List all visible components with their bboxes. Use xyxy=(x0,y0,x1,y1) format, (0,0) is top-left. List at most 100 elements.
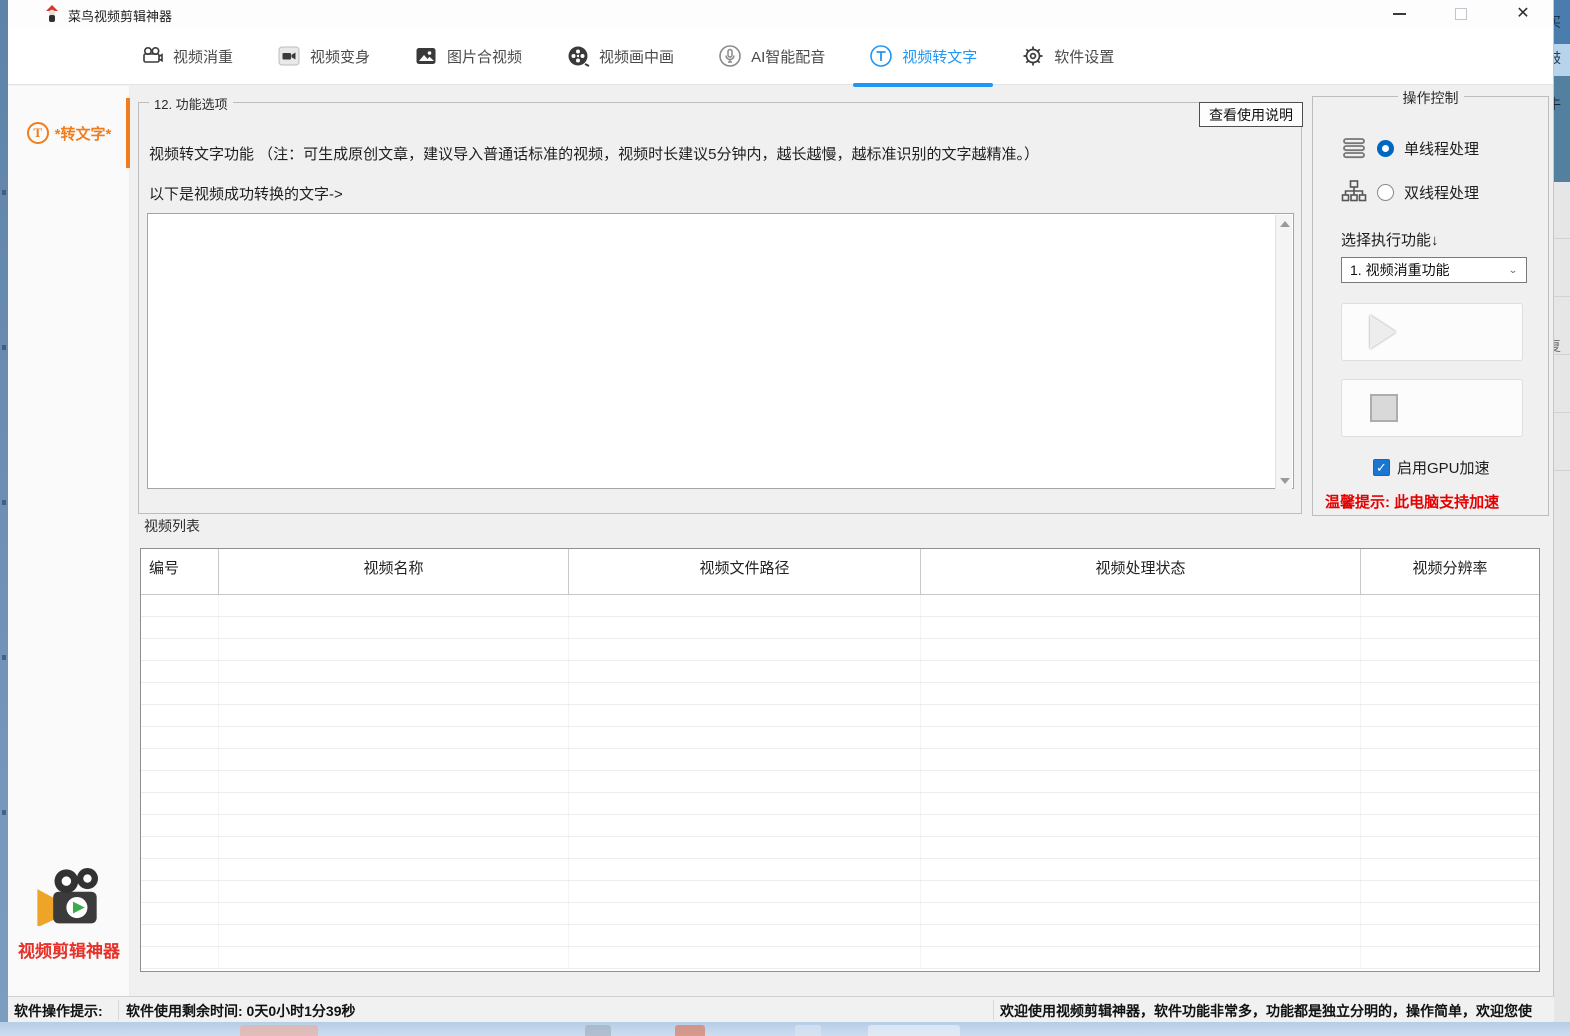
tab-image-to-video[interactable]: 图片合视频 xyxy=(392,28,544,85)
operation-control-group: 操作控制 单线程处理 双线程处理 选择执行功能↓ 1. 视频消重功能 xyxy=(1312,96,1549,516)
table-cell xyxy=(141,683,219,704)
table-cell xyxy=(219,837,569,858)
table-row[interactable] xyxy=(141,793,1539,815)
table-cell xyxy=(569,705,921,726)
title-bar[interactable]: 菜鸟视频剪辑神器 ✕ xyxy=(8,0,1553,28)
feature-description: 视频转文字功能 （注：可生成原创文章，建议导入普通话标准的视频，视频时长建议5分… xyxy=(149,143,1039,164)
table-cell xyxy=(219,859,569,880)
tab-label: 软件设置 xyxy=(1054,46,1114,67)
tab-video-to-text[interactable]: 视频转文字 xyxy=(847,28,999,85)
sidebar-item-to-text[interactable]: T *转文字* xyxy=(8,96,130,170)
table-row[interactable] xyxy=(141,683,1539,705)
table-cell xyxy=(219,661,569,682)
scroll-down-icon[interactable] xyxy=(1276,472,1293,489)
table-cell xyxy=(141,705,219,726)
tab-video-dedup[interactable]: 视频消重 xyxy=(118,28,255,85)
table-cell xyxy=(921,705,1361,726)
gpu-checkbox[interactable]: ✓ xyxy=(1373,459,1390,476)
dual-thread-radio[interactable] xyxy=(1377,184,1394,201)
table-cell xyxy=(569,683,921,704)
table-row[interactable] xyxy=(141,881,1539,903)
cine-camera-icon xyxy=(140,44,164,68)
table-cell xyxy=(1361,837,1539,858)
close-button[interactable]: ✕ xyxy=(1501,0,1545,28)
table-cell xyxy=(141,947,219,968)
table-row[interactable] xyxy=(141,661,1539,683)
table-cell xyxy=(921,815,1361,836)
table-cell xyxy=(921,771,1361,792)
desktop-icon-fragment xyxy=(2,655,6,660)
nav-bar: 视频消重 视频变身 图片合视频 xyxy=(8,28,1553,85)
column-header-status[interactable]: 视频处理状态 xyxy=(921,549,1361,594)
table-row[interactable] xyxy=(141,771,1539,793)
stop-button[interactable] xyxy=(1341,379,1523,437)
table-row[interactable] xyxy=(141,815,1539,837)
table-row[interactable] xyxy=(141,925,1539,947)
video-list-title: 视频列表 xyxy=(140,516,204,536)
table-row[interactable] xyxy=(141,903,1539,925)
single-thread-radio[interactable] xyxy=(1377,140,1394,157)
function-select[interactable]: 1. 视频消重功能 ⌄ xyxy=(1341,257,1527,283)
gpu-acceleration-option[interactable]: ✓ 启用GPU加速 xyxy=(1373,457,1490,478)
table-row[interactable] xyxy=(141,859,1539,881)
table-cell xyxy=(921,881,1361,902)
table-cell xyxy=(921,727,1361,748)
table-cell xyxy=(219,903,569,924)
active-indicator-bar xyxy=(126,98,130,168)
maximize-button[interactable] xyxy=(1439,0,1483,28)
column-header-resolution[interactable]: 视频分辨率 xyxy=(1361,549,1539,594)
table-cell xyxy=(141,925,219,946)
sidebar: T *转文字* 视频剪辑神器 xyxy=(8,86,130,996)
table-cell xyxy=(219,925,569,946)
table-row[interactable] xyxy=(141,749,1539,771)
dual-thread-option[interactable]: 双线程处理 xyxy=(1341,179,1479,205)
table-row[interactable] xyxy=(141,617,1539,639)
table-cell xyxy=(219,771,569,792)
table-row[interactable] xyxy=(141,727,1539,749)
column-header-index[interactable]: 编号 xyxy=(141,549,219,594)
table-cell xyxy=(569,661,921,682)
table-cell xyxy=(219,727,569,748)
sidebar-item-label: *转文字* xyxy=(55,123,112,144)
table-row[interactable] xyxy=(141,595,1539,617)
tab-label: 视频转文字 xyxy=(902,46,977,67)
table-row[interactable] xyxy=(141,837,1539,859)
single-thread-option[interactable]: 单线程处理 xyxy=(1341,135,1479,161)
view-instructions-button[interactable]: 查看使用说明 xyxy=(1199,102,1303,127)
table-cell xyxy=(1361,639,1539,660)
windows-taskbar[interactable] xyxy=(0,1022,1570,1036)
minimize-button[interactable] xyxy=(1377,0,1421,28)
tab-video-pip[interactable]: 视频画中画 xyxy=(544,28,696,85)
table-cell xyxy=(1361,815,1539,836)
table-cell xyxy=(921,837,1361,858)
film-reel-icon xyxy=(566,44,590,68)
table-cell xyxy=(921,793,1361,814)
table-cell xyxy=(141,837,219,858)
transcript-scrollbar[interactable] xyxy=(1275,215,1292,489)
transcript-textarea[interactable] xyxy=(147,213,1294,489)
table-cell xyxy=(569,815,921,836)
tab-label: 图片合视频 xyxy=(447,46,522,67)
video-list-table[interactable]: 编号 视频名称 视频文件路径 视频处理状态 视频分辨率 xyxy=(140,548,1540,972)
table-row[interactable] xyxy=(141,639,1539,661)
desktop-edge-left xyxy=(0,0,8,1022)
taskbar-icon xyxy=(675,1025,705,1036)
tab-label: AI智能配音 xyxy=(751,46,825,67)
clipped-text-fragment: 买 xyxy=(1554,14,1570,30)
play-icon xyxy=(1370,315,1396,349)
start-button[interactable] xyxy=(1341,303,1523,361)
column-header-name[interactable]: 视频名称 xyxy=(219,549,569,594)
clipped-text-fragment: 牛 xyxy=(1554,96,1570,112)
table-cell xyxy=(569,859,921,880)
tab-ai-dubbing[interactable]: AI智能配音 xyxy=(696,28,847,85)
table-row[interactable] xyxy=(141,947,1539,969)
column-header-path[interactable]: 视频文件路径 xyxy=(569,549,921,594)
table-cell xyxy=(569,771,921,792)
tab-video-transform[interactable]: 视频变身 xyxy=(255,28,392,85)
table-cell xyxy=(569,903,921,924)
table-row[interactable] xyxy=(141,705,1539,727)
movie-camera-logo xyxy=(37,868,101,926)
circled-t-icon: T xyxy=(27,122,49,144)
tab-settings[interactable]: 软件设置 xyxy=(999,28,1136,85)
scroll-up-icon[interactable] xyxy=(1276,215,1293,232)
